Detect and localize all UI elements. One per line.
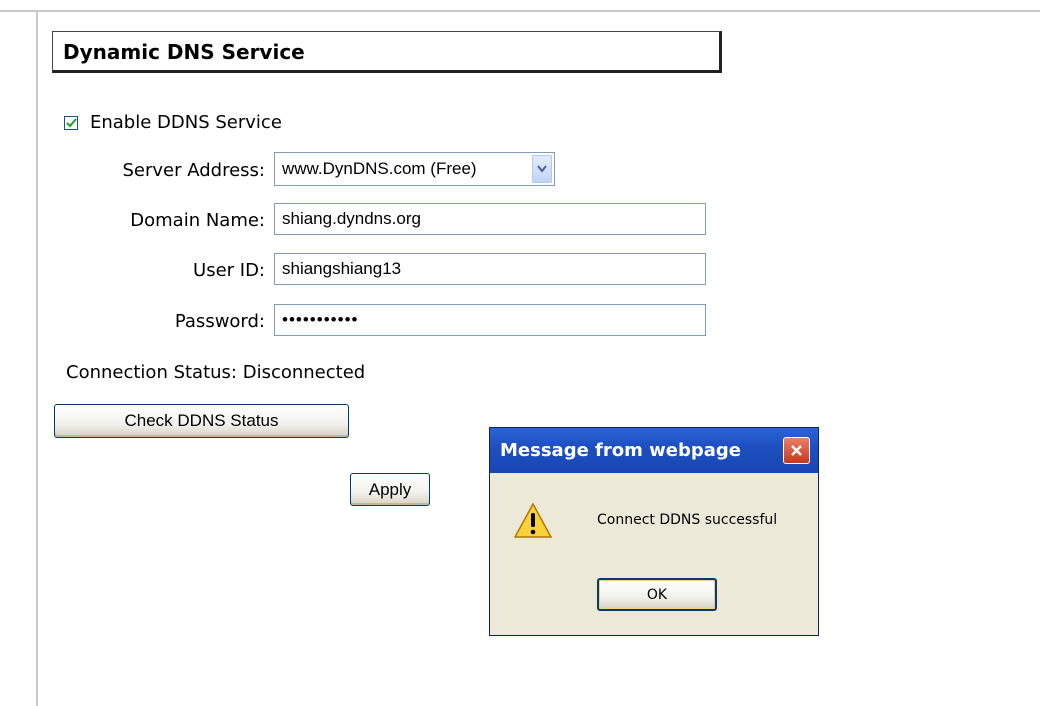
warning-icon [513, 502, 553, 538]
section-header: Dynamic DNS Service [52, 31, 722, 73]
ok-button[interactable]: OK [597, 578, 717, 611]
enable-ddns-label: Enable DDNS Service [90, 112, 282, 133]
server-address-label: Server Address: [122, 160, 266, 181]
server-address-value: www.DynDNS.com (Free) [282, 159, 477, 178]
user-id-field[interactable] [274, 253, 706, 285]
check-ddns-status-button[interactable]: Check DDNS Status [54, 404, 349, 438]
domain-name-field[interactable] [274, 203, 706, 235]
left-divider [36, 10, 38, 706]
message-dialog: Message from webpage Connect DDNS succes… [489, 427, 819, 636]
checkmark-icon [65, 117, 77, 127]
user-id-label: User ID: [193, 260, 265, 281]
dialog-titlebar[interactable]: Message from webpage [490, 428, 818, 473]
password-label: Password: [174, 311, 265, 332]
top-divider [0, 10, 1040, 12]
server-address-select[interactable]: www.DynDNS.com (Free) [274, 152, 555, 186]
dialog-body: Connect DDNS successful OK [490, 473, 818, 636]
section-title: Dynamic DNS Service [63, 40, 305, 64]
enable-ddns-checkbox[interactable] [64, 115, 78, 130]
chevron-down-icon [537, 165, 547, 173]
dialog-title: Message from webpage [500, 440, 741, 461]
close-button[interactable] [783, 437, 810, 464]
dropdown-arrow[interactable] [532, 155, 552, 183]
connection-status: Connection Status: Disconnected [66, 362, 366, 383]
close-icon [791, 445, 802, 456]
domain-name-label: Domain Name: [130, 210, 265, 231]
dialog-message: Connect DDNS successful [597, 512, 778, 528]
enable-ddns-row[interactable]: Enable DDNS Service [64, 112, 282, 133]
apply-button[interactable]: Apply [350, 473, 430, 506]
password-field[interactable] [274, 304, 706, 336]
